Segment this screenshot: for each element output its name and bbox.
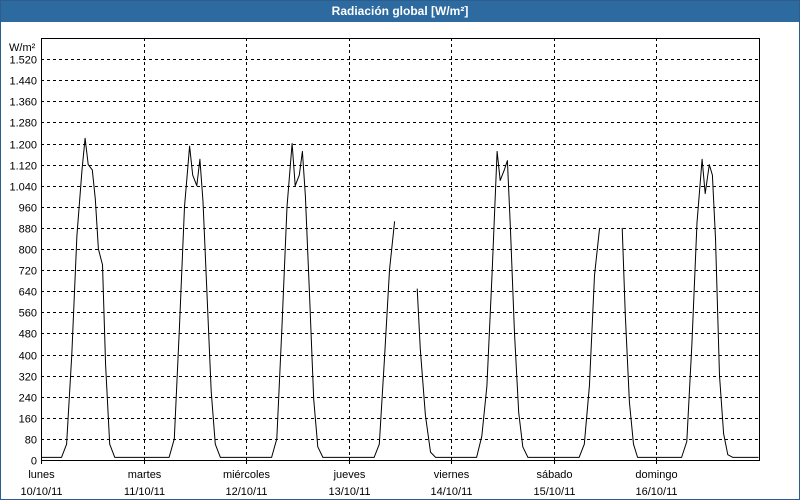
y-tick-label: 720 xyxy=(19,266,37,278)
y-tick-label: 960 xyxy=(19,203,37,215)
y-tick-label: 1.200 xyxy=(9,140,37,152)
x-axis: lunes 10/10/11 martes 11/10/11 miércoles 12/1… xyxy=(20,460,678,498)
y-tick-label: 640 xyxy=(19,287,37,299)
y-tick-label: 0 xyxy=(31,456,37,468)
y-tick-label: 1.040 xyxy=(9,182,37,194)
x-tick-date-label: 13/10/11 xyxy=(328,486,370,498)
radiation-chart: 0 80 160 240 320 400 480 560 640 720 800 880 960 1.04… xyxy=(9,38,760,498)
y-tick-label: 160 xyxy=(19,414,37,426)
x-tick-date-label: 10/10/11 xyxy=(20,486,62,498)
y-tick-label: 1.360 xyxy=(9,97,37,109)
series-line-segment xyxy=(416,150,601,458)
x-tick-day-label: viernes xyxy=(434,469,470,481)
x-tick-date-label: 16/10/11 xyxy=(635,486,677,498)
y-tick-label: 80 xyxy=(25,435,37,447)
grid-lines xyxy=(41,38,759,460)
x-tick-date-label: 15/10/11 xyxy=(533,486,575,498)
x-tick-date-label: 14/10/11 xyxy=(430,486,472,498)
y-tick-label: 1.440 xyxy=(9,76,37,88)
y-tick-label: 560 xyxy=(19,308,37,320)
y-axis: 0 80 160 240 320 400 480 560 640 720 800 880 960 1.04… xyxy=(9,55,37,468)
y-tick-label: 480 xyxy=(19,329,37,341)
chart-window: Radiación global [W/m²] 0 80 160 240 320 400 4… xyxy=(0,0,800,500)
y-tick-label: 240 xyxy=(19,393,37,405)
y-tick-label: 400 xyxy=(19,351,37,363)
x-tick-day-label: domingo xyxy=(635,469,677,481)
y-tick-label: 1.280 xyxy=(9,118,37,130)
x-tick-date-label: 11/10/11 xyxy=(124,486,165,498)
y-tick-label: 320 xyxy=(19,372,37,384)
x-tick-day-label: lunes xyxy=(28,469,55,481)
x-tick-day-label: martes xyxy=(128,469,162,481)
series-lines xyxy=(41,137,759,458)
x-tick-day-label: jueves xyxy=(333,469,366,481)
series-line-segment xyxy=(621,158,759,458)
y-axis-unit-label: W/m² xyxy=(9,42,36,54)
x-tick-day-label: sábado xyxy=(536,469,572,481)
y-tick-label: 800 xyxy=(19,245,37,257)
y-tick-label: 1.120 xyxy=(9,161,37,173)
y-tick-label: 1.520 xyxy=(9,55,37,67)
x-tick-day-label: miércoles xyxy=(223,469,271,481)
x-tick-date-label: 12/10/11 xyxy=(225,486,267,498)
y-tick-label: 880 xyxy=(19,224,37,236)
